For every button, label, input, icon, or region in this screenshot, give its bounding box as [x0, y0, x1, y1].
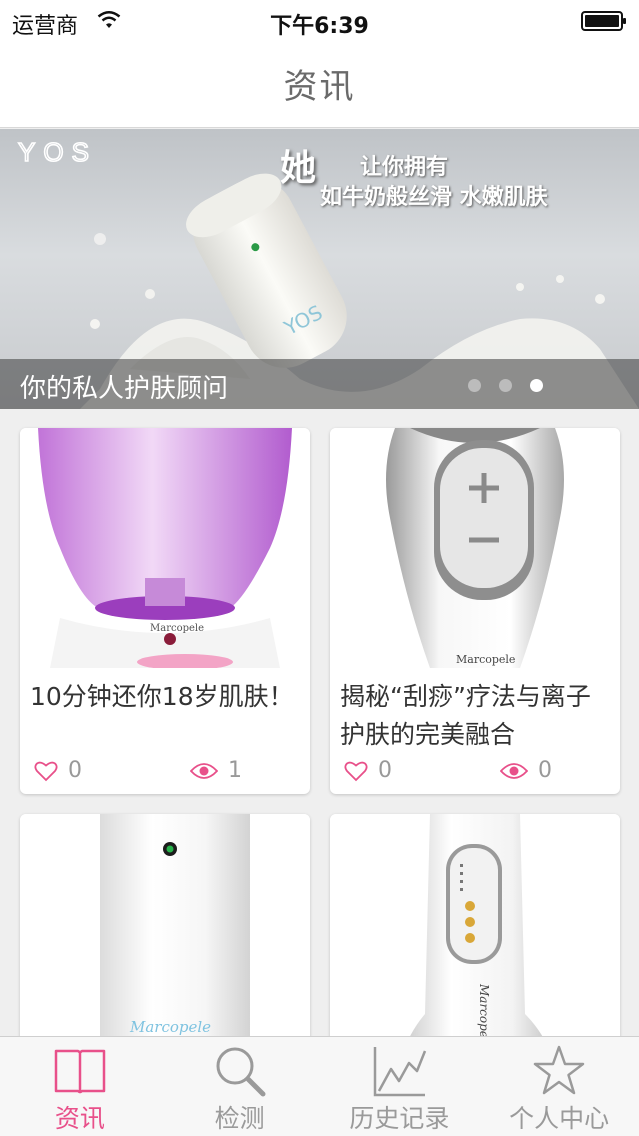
banner-carousel[interactable]: YOS YOS 她 让你拥有 如牛奶般丝滑 水嫩肌肤 你的私人护肤顾问 — [0, 129, 639, 409]
tab-bar: 资讯 检测 历史记录 个人中心 — [0, 1036, 639, 1136]
search-icon — [216, 1047, 266, 1097]
navigation-bar: 资讯 — [0, 40, 639, 128]
tab-news[interactable]: 资讯 — [0, 1037, 160, 1136]
view-stat: 0 — [500, 758, 552, 783]
view-count: 1 — [228, 758, 242, 783]
chart-icon — [374, 1047, 427, 1097]
svg-text:YOS: YOS — [18, 137, 97, 167]
device-image: Marcopele — [386, 428, 564, 668]
article-image: Marcopele — [330, 428, 620, 668]
eye-icon — [500, 762, 528, 779]
like-count: 0 — [378, 758, 392, 783]
view-stat: 1 — [190, 758, 242, 783]
banner-caption-bar: 你的私人护肤顾问 — [0, 359, 639, 409]
article-card[interactable]: Marcopele 揭秘“刮痧”疗法与离子护肤的完美融合 0 0 — [330, 428, 620, 794]
tab-history[interactable]: 历史记录 — [320, 1037, 480, 1136]
battery-icon — [581, 11, 626, 31]
banner-tagline-2: 如牛奶般丝滑 水嫩肌肤 — [320, 184, 548, 210]
eye-icon — [190, 762, 218, 779]
like-button[interactable]: 0 — [34, 758, 82, 783]
page-dot-active[interactable] — [530, 379, 543, 392]
article-stats: 0 0 — [344, 758, 614, 786]
tab-label: 资讯 — [54, 1104, 105, 1133]
status-bar: 运营商 下午6:39 — [0, 0, 639, 40]
svg-text:Marcopele: Marcopele — [129, 1018, 211, 1036]
article-stats: 0 1 — [34, 758, 304, 786]
article-card[interactable]: Marcopele 10分钟还你18岁肌肤！ 0 1 — [20, 428, 310, 794]
page-title: 资讯 — [283, 67, 356, 107]
tab-label: 历史记录 — [349, 1104, 450, 1133]
star-icon — [533, 1045, 585, 1095]
like-button[interactable]: 0 — [344, 758, 392, 783]
page-dot[interactable] — [468, 379, 481, 392]
book-icon — [54, 1049, 106, 1094]
article-image: Marcopele — [20, 428, 310, 668]
like-count: 0 — [68, 758, 82, 783]
heart-icon — [34, 761, 58, 781]
tab-label: 检测 — [214, 1104, 265, 1133]
app-screen: 运营商 下午6:39 资讯 YOS YOS 她 让你拥有 如牛奶般丝滑 水嫩肌肤… — [0, 0, 639, 1136]
heart-icon — [344, 761, 368, 781]
view-count: 0 — [538, 758, 552, 783]
svg-text:Marcopele: Marcopele — [456, 653, 515, 666]
svg-text:Marcopele: Marcopele — [150, 623, 204, 634]
tab-label: 个人中心 — [509, 1104, 610, 1133]
banner-tagline-1: 让你拥有 — [360, 154, 449, 180]
tab-profile[interactable]: 个人中心 — [479, 1037, 639, 1136]
clock-time: 下午6:39 — [270, 14, 369, 39]
steamer-image: Marcopele — [38, 428, 292, 668]
banner-caption: 你的私人护肤顾问 — [20, 374, 229, 404]
banner-heading: 她 — [280, 147, 317, 189]
page-indicator[interactable] — [468, 379, 543, 392]
article-title: 10分钟还你18岁肌肤！ — [30, 682, 294, 711]
tab-detect[interactable]: 检测 — [160, 1037, 320, 1136]
article-title: 揭秘“刮痧”疗法与离子护肤的完美融合 — [340, 682, 591, 749]
page-dot[interactable] — [499, 379, 512, 392]
